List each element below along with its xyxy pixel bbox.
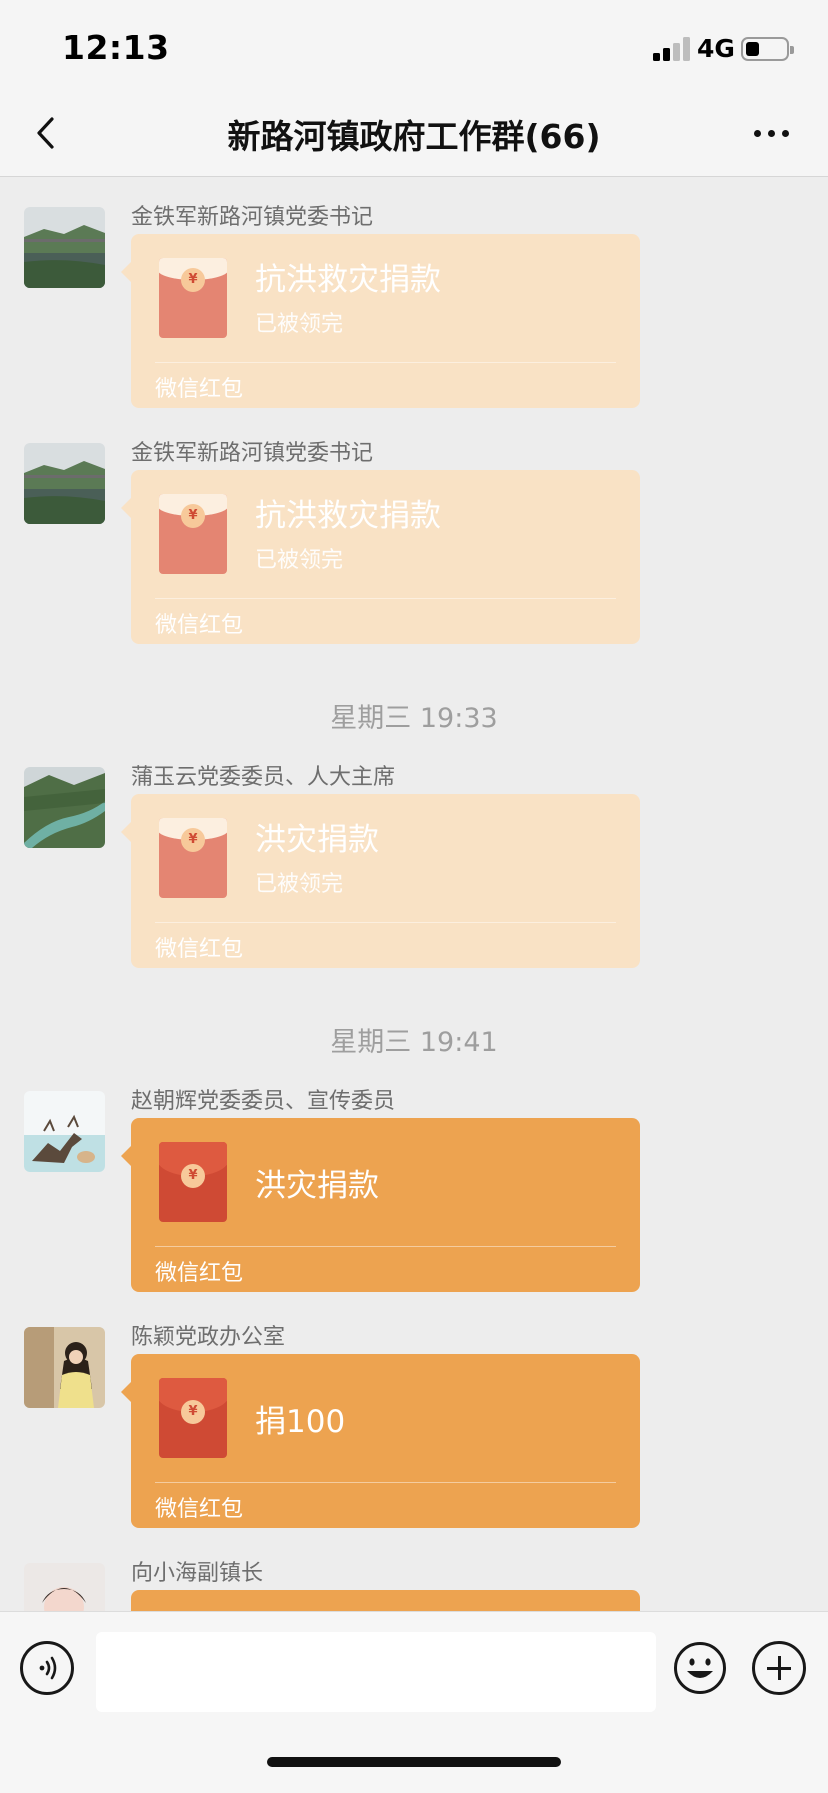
red-packet-status: 已被领完 <box>255 312 344 337</box>
home-indicator <box>267 1757 561 1767</box>
avatar[interactable] <box>24 1327 105 1408</box>
network-type: 4G <box>697 34 735 63</box>
red-packet-message[interactable]: ¥ 捐100 微信红包 <box>121 1354 640 1528</box>
timestamp: 星期三 19:33 <box>330 703 498 734</box>
red-packet-label: 微信红包 <box>155 377 244 402</box>
red-packet-title: 抗洪救灾捐款 <box>255 262 441 298</box>
red-packet-message[interactable] <box>131 1590 640 1611</box>
divider <box>155 362 616 363</box>
chat-title: 新路河镇政府工作群(66) <box>227 117 601 156</box>
red-packet-message[interactable]: ¥ 洪灾捐款 已被领完 微信红包 <box>121 794 640 968</box>
red-packet-icon: ¥ <box>159 494 227 574</box>
message-input[interactable] <box>96 1632 656 1712</box>
red-packet-title: 抗洪救灾捐款 <box>255 498 441 534</box>
avatar[interactable] <box>24 767 105 848</box>
emoji-button[interactable] <box>673 1641 727 1695</box>
red-packet-icon: ¥ <box>159 258 227 338</box>
avatar[interactable] <box>24 443 105 524</box>
divider <box>155 598 616 599</box>
sender-name: 金铁军新路河镇党委书记 <box>131 441 374 466</box>
sender-name: 金铁军新路河镇党委书记 <box>131 205 374 230</box>
red-packet-title: 洪灾捐款 <box>255 822 379 858</box>
red-packet-title: 洪灾捐款 <box>255 1168 379 1204</box>
red-packet-icon: ¥ <box>159 1142 227 1222</box>
red-packet-message[interactable]: ¥ 抗洪救灾捐款 已被领完 微信红包 <box>121 470 640 644</box>
divider <box>155 922 616 923</box>
sender-name: 陈颖党政办公室 <box>131 1325 286 1350</box>
divider <box>155 1246 616 1247</box>
red-packet-icon: ¥ <box>159 818 227 898</box>
more-button[interactable] <box>744 114 800 152</box>
sender-name: 蒲玉云党委委员、人大主席 <box>131 765 396 790</box>
signal-icon <box>653 37 691 61</box>
nav-bar: 新路河镇政府工作群(66) <box>0 90 828 177</box>
red-packet-status: 已被领完 <box>255 548 344 573</box>
status-time: 12:13 <box>62 28 170 67</box>
chat-area[interactable]: 金铁军新路河镇党委书记 ¥ 抗洪救灾捐款 已被领完 微信红包 金铁军新路河镇党委… <box>0 177 828 1611</box>
sender-name: 向小海副镇长 <box>131 1561 264 1586</box>
timestamp: 星期三 19:41 <box>330 1027 498 1058</box>
red-packet-label: 微信红包 <box>155 613 244 638</box>
red-packet-status: 已被领完 <box>255 872 344 897</box>
voice-icon <box>39 1656 57 1680</box>
status-bar: 12:13 4G <box>0 0 828 90</box>
red-packet-message[interactable]: ¥ 洪灾捐款 微信红包 <box>121 1118 640 1292</box>
red-packet-title: 捐100 <box>255 1404 346 1440</box>
red-packet-message[interactable]: ¥ 抗洪救灾捐款 已被领完 微信红包 <box>121 234 640 408</box>
battery-icon <box>741 37 794 61</box>
red-packet-icon: ¥ <box>159 1378 227 1458</box>
avatar[interactable] <box>24 1563 105 1611</box>
red-packet-label: 微信红包 <box>155 937 244 962</box>
emoji-icon <box>674 1642 726 1694</box>
avatar[interactable] <box>24 1091 105 1172</box>
divider <box>155 1482 616 1483</box>
red-packet-label: 微信红包 <box>155 1261 244 1286</box>
sender-name: 赵朝辉党委委员、宣传委员 <box>131 1089 396 1114</box>
plus-button[interactable] <box>752 1641 806 1695</box>
voice-button[interactable] <box>20 1641 74 1695</box>
avatar[interactable] <box>24 207 105 288</box>
red-packet-label: 微信红包 <box>155 1497 244 1522</box>
